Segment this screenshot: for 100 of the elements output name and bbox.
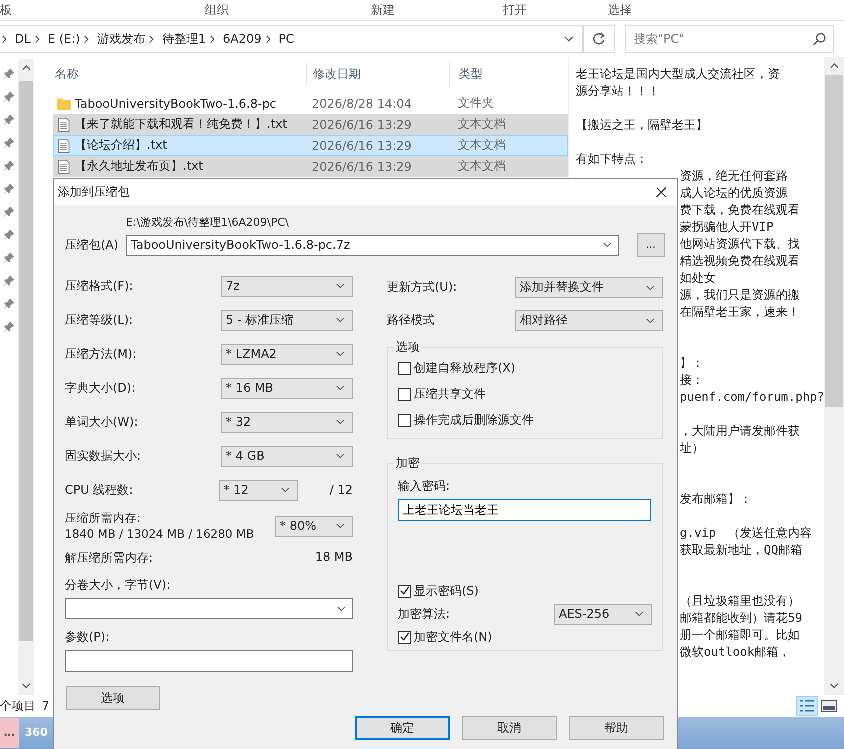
pin-icon[interactable]	[4, 138, 14, 148]
breadcrumb[interactable]: E (E:)	[48, 32, 80, 46]
dropdown[interactable]: * 16 MB	[221, 378, 353, 398]
chevron-icon	[2, 34, 7, 44]
breadcrumb[interactable]: 游戏发布	[97, 30, 146, 48]
checkbox[interactable]: 压缩共享文件	[398, 384, 652, 404]
field-label: CPU 线程数:	[65, 482, 134, 498]
checkbox[interactable]: 创建自释放程序(X)	[398, 358, 652, 378]
dropdown[interactable]: 7z	[221, 276, 353, 296]
options-button[interactable]: 选项	[66, 686, 160, 710]
search-icon[interactable]	[813, 32, 827, 46]
dropdown[interactable]: 添加并替换文件	[515, 277, 663, 298]
file-date: 2026/6/16 13:29	[311, 160, 413, 174]
text-file-icon	[57, 118, 71, 132]
ribbon-group-label: 选择	[608, 2, 632, 18]
pin-icon[interactable]	[4, 207, 14, 217]
preview-text-line: 发布邮箱】：	[680, 492, 752, 506]
breadcrumb[interactable]: 待整理1	[162, 30, 206, 48]
field-label: 压缩等级(L):	[65, 312, 134, 328]
archive-name-combobox[interactable]: TabooUniversityBookTwo-1.6.8-pc.7z	[126, 234, 619, 256]
checkbox[interactable]: 显示密码(S)	[398, 581, 652, 601]
status-text: 个项目	[0, 698, 36, 714]
file-type: 文本文档	[457, 137, 506, 154]
scroll-down-icon[interactable]	[830, 683, 838, 689]
password-field[interactable]: 上老王论坛当老王	[398, 499, 651, 521]
pin-icon[interactable]	[4, 69, 14, 79]
folder-icon	[57, 96, 71, 110]
scrollbar[interactable]	[824, 57, 844, 695]
text-file-icon	[57, 138, 71, 152]
dropdown[interactable]: 相对路径	[515, 310, 663, 331]
taskbar-item[interactable]: …	[0, 718, 19, 748]
field-label: 路径模式	[387, 312, 435, 329]
dropdown[interactable]: * 4 GB	[221, 446, 353, 466]
column-header[interactable]: 修改日期	[307, 62, 450, 86]
chevron-icon	[84, 34, 90, 44]
dropdown[interactable]: AES-256	[554, 604, 652, 624]
caret-icon	[280, 487, 290, 493]
dropdown[interactable]: * 12	[218, 480, 298, 500]
parameters-field[interactable]	[65, 650, 353, 672]
field-label: 压缩格式(F):	[65, 278, 134, 294]
field-label: 压缩方法(M):	[65, 346, 137, 362]
details-view-button[interactable]	[796, 696, 818, 716]
pin-icon[interactable]	[4, 253, 14, 263]
caret-icon	[336, 283, 345, 289]
preview-text-line: 源分享站！！！	[576, 84, 660, 98]
preview-text-line: 蒙拐骗他人开VIP	[680, 220, 774, 234]
pin-icon[interactable]	[4, 92, 14, 102]
caret-icon	[336, 351, 345, 357]
pin-icon[interactable]	[4, 115, 14, 125]
search-field[interactable]: 搜索"PC"	[625, 25, 834, 53]
field-label: 字典大小(D):	[65, 380, 136, 396]
dialog-button[interactable]: 确定	[355, 716, 450, 740]
breadcrumb[interactable]: 6A209	[222, 32, 262, 46]
dialog-button[interactable]: 取消	[462, 716, 557, 740]
breadcrumb[interactable]: PC	[278, 32, 294, 46]
preview-text-line: 册一个邮箱即可。比如	[680, 628, 800, 642]
pin-icon[interactable]	[4, 161, 14, 171]
dropdown-icon[interactable]	[564, 36, 574, 42]
pin-icon[interactable]	[4, 184, 14, 194]
file-name: 【论坛介绍】.txt	[75, 137, 168, 154]
thread-count: / 12	[330, 483, 353, 497]
text-file-icon	[57, 160, 71, 174]
file-row[interactable]: 【论坛介绍】.txt 2026/6/16 13:29 文本文档	[53, 135, 568, 156]
dropdown[interactable]: * 32	[221, 412, 353, 432]
address-bar[interactable]: DL E (E:) 游戏发布 待整理1 6A209 PC	[0, 25, 583, 53]
scrollbar[interactable]	[18, 59, 34, 695]
group-title: 加密	[395, 455, 421, 472]
scroll-up-icon[interactable]	[22, 65, 30, 71]
file-name: 【来了就能下载和观看！纯免费！】.txt	[75, 116, 288, 133]
file-type: 文本文档	[457, 116, 506, 133]
dropdown[interactable]: 5 - 标准压缩	[221, 310, 353, 330]
preview-text-line: g.vip （发送任意内容	[680, 526, 812, 540]
preview-text-line: 成人论坛的优质资源	[680, 186, 788, 200]
dialog-button[interactable]: 帮助	[569, 716, 664, 740]
pin-icon[interactable]	[4, 276, 14, 286]
file-row[interactable]: 【永久地址发布页】.txt 2026/6/16 13:29 文本文档	[53, 156, 568, 177]
close-icon[interactable]	[656, 186, 667, 198]
checkbox[interactable]: 操作完成后删除源文件	[398, 410, 652, 430]
column-header[interactable]: 名称	[45, 62, 307, 86]
scroll-down-icon[interactable]	[22, 683, 30, 689]
checkmark-icon	[400, 632, 410, 642]
dropdown[interactable]: * 80%	[275, 516, 353, 536]
volume-size-combobox[interactable]	[65, 598, 353, 619]
scroll-up-icon[interactable]	[830, 63, 838, 69]
file-row[interactable]: 【来了就能下载和观看！纯免费！】.txt 2026/6/16 13:29 文本文档	[53, 114, 568, 135]
column-header[interactable]: 类型	[450, 62, 560, 86]
dropdown[interactable]: * LZMA2	[221, 344, 353, 364]
pin-icon[interactable]	[4, 230, 14, 240]
caret-icon	[646, 284, 655, 290]
ribbon-group-label: 组织	[205, 2, 230, 18]
refresh-button[interactable]	[583, 25, 615, 53]
field-label: 压缩包(A)	[65, 237, 120, 254]
breadcrumb[interactable]: DL	[15, 32, 31, 46]
checkbox[interactable]: 加密文件名(N)	[398, 627, 652, 647]
pin-icon[interactable]	[4, 299, 14, 309]
preview-text-line: 【搬运之王，隔壁老王】	[576, 118, 708, 132]
file-row[interactable]: TabooUniversityBookTwo-1.6.8-pc 2026/8/28 14:04 文件夹	[53, 93, 568, 114]
preview-text-line: 他网站资源代下载、找	[680, 237, 800, 251]
pin-icon[interactable]	[4, 322, 14, 332]
browse-button[interactable]: ...	[637, 233, 665, 257]
